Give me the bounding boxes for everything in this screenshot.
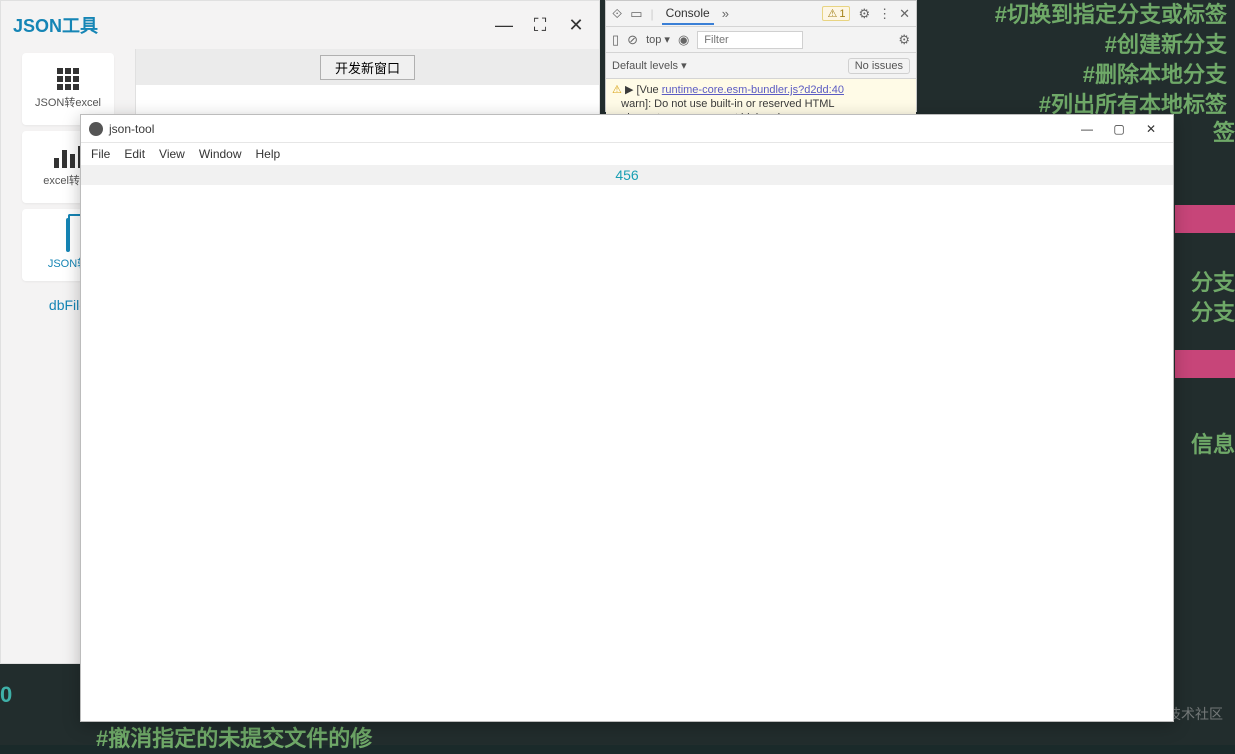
- context-select[interactable]: top ▾: [646, 33, 670, 46]
- log-text: warn]: Do not use built-in or reserved H…: [621, 98, 834, 110]
- eye-icon[interactable]: ◉: [678, 32, 689, 48]
- log-prefix: ▶ [Vue: [625, 84, 659, 96]
- device-toggle-icon[interactable]: ▭: [630, 6, 642, 22]
- close-button[interactable]: ✕: [1137, 122, 1165, 136]
- bg-left-num: 0: [0, 680, 12, 710]
- pink-bar: [1175, 205, 1235, 233]
- child-window-controls: — ▢ ✕: [1073, 122, 1165, 136]
- pink-bar: [1175, 350, 1235, 378]
- content-band: 456: [81, 165, 1173, 185]
- minimize-button[interactable]: —: [1073, 122, 1101, 136]
- close-button[interactable]: ✕: [565, 15, 587, 36]
- child-content: 456: [81, 165, 1173, 721]
- devtools-levelsbar: Default levels ▾ No issues: [606, 53, 916, 79]
- bg-partial: 分支: [1191, 268, 1235, 298]
- menu-file[interactable]: File: [91, 147, 110, 161]
- clear-console-icon[interactable]: ⊘: [627, 32, 638, 48]
- console-settings-icon[interactable]: ⚙: [898, 32, 910, 48]
- menubar: File Edit View Window Help: [81, 143, 1173, 165]
- minimize-button[interactable]: —: [493, 15, 515, 36]
- json-tool-child-window: json-tool — ▢ ✕ File Edit View Window He…: [80, 114, 1174, 722]
- devtools-tabbar: ⟐ ▭ | Console » ⚠1 ⚙ ⋮ ✕: [606, 1, 916, 27]
- kebab-icon[interactable]: ⋮: [878, 6, 891, 22]
- bg-line: #创建新分支: [1105, 30, 1227, 60]
- child-titlebar: json-tool — ▢ ✕: [81, 115, 1173, 143]
- no-issues-badge: No issues: [848, 58, 910, 74]
- toggle-drawer-icon[interactable]: ▯: [612, 32, 619, 48]
- warning-badge[interactable]: ⚠1: [822, 6, 850, 21]
- open-new-window-button[interactable]: 开发新窗口: [320, 55, 415, 80]
- grid-icon: [57, 68, 79, 90]
- settings-icon[interactable]: ⚙: [858, 6, 870, 22]
- bg-line: #删除本地分支: [1083, 60, 1227, 90]
- log-source-link[interactable]: runtime-core.esm-bundler.js?d2dd:40: [662, 84, 844, 96]
- menu-view[interactable]: View: [159, 147, 185, 161]
- maximize-button[interactable]: ▢: [1105, 122, 1133, 136]
- json-titlebar: JSON工具 — ⛶ ✕: [1, 1, 599, 49]
- app-title: JSON工具: [13, 12, 98, 38]
- menu-edit[interactable]: Edit: [124, 147, 145, 161]
- app-icon: [89, 122, 103, 136]
- folder-icon: [66, 220, 70, 251]
- maximize-button[interactable]: ⛶: [529, 15, 551, 36]
- toolbar: 开发新窗口: [136, 49, 599, 85]
- tab-console[interactable]: Console: [662, 2, 714, 25]
- window-title: json-tool: [109, 122, 154, 136]
- inspect-icon[interactable]: ⟐: [612, 6, 622, 22]
- filter-input[interactable]: [697, 31, 803, 49]
- content-value: 456: [615, 167, 638, 183]
- sidebar-label: JSON转excel: [35, 94, 101, 110]
- menu-window[interactable]: Window: [199, 147, 242, 161]
- bg-bottom-line: #撤消指定的未提交文件的修: [96, 724, 372, 754]
- warning-icon: ⚠: [612, 84, 622, 96]
- close-devtools-icon[interactable]: ✕: [899, 6, 910, 22]
- bg-line: #切换到指定分支或标签: [995, 0, 1227, 30]
- window-controls: — ⛶ ✕: [493, 15, 587, 36]
- devtools-filterbar: ▯ ⊘ top ▾ ◉ ⚙: [606, 27, 916, 53]
- more-tabs-icon[interactable]: »: [722, 6, 729, 21]
- bg-partial: 分支: [1191, 298, 1235, 328]
- levels-select[interactable]: Default levels ▾: [612, 59, 687, 72]
- bars-icon: [54, 146, 83, 168]
- menu-help[interactable]: Help: [256, 147, 281, 161]
- devtools-panel: ⟐ ▭ | Console » ⚠1 ⚙ ⋮ ✕ ▯ ⊘ top ▾ ◉ ⚙ D…: [605, 0, 917, 112]
- bg-partial: 签: [1213, 118, 1235, 148]
- bg-partial: 信息: [1191, 430, 1235, 460]
